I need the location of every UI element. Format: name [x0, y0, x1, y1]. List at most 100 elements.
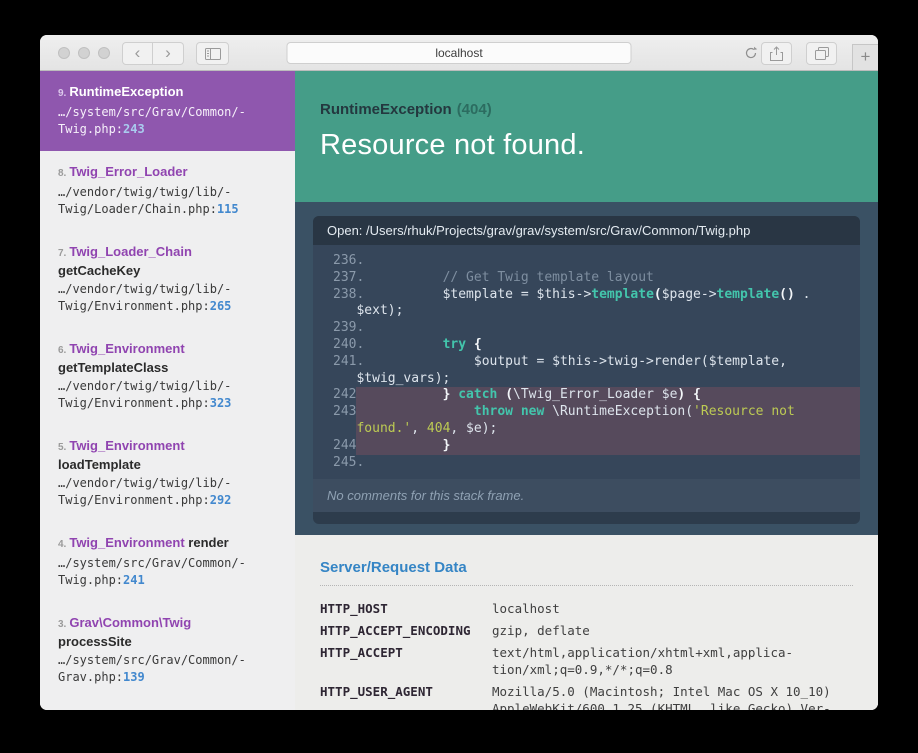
request-data-row: HTTP_ACCEPT text/html,application/xhtml+x…: [320, 644, 853, 678]
request-data-value: text/html,application/xhtml+xml,applica-…: [492, 645, 794, 678]
sidebar-toggle-button[interactable]: [196, 42, 229, 65]
request-data-key: HTTP_USER_AGENT: [320, 684, 433, 700]
code-line-content: [380, 455, 860, 472]
frame-index: 3.: [58, 619, 67, 630]
url-bar[interactable]: localhost: [286, 42, 632, 64]
frame-header: 3. Grav\Common\Twig processSite: [58, 614, 277, 650]
stack-frame[interactable]: 2.Grav\Common\GravGrav\Common\{closure}: [40, 699, 295, 710]
frame-header: 9. RuntimeException: [58, 83, 277, 102]
stack-frame[interactable]: 7. Twig_Loader_Chain getCacheKey …/vendor/t…: [40, 231, 295, 328]
sidebar-icon: [204, 47, 221, 60]
exception-code: (404): [456, 101, 492, 118]
code-token: try: [442, 336, 467, 352]
code-line: $ext);: [333, 303, 860, 320]
back-chevron-icon: ‹: [134, 43, 141, 62]
frame-class: RuntimeException: [69, 84, 184, 99]
forward-button[interactable]: ›: [153, 42, 184, 65]
code-line: 245.: [333, 455, 860, 472]
frame-index: 9.: [58, 88, 67, 99]
server-request-heading: Server/Request Data: [320, 559, 853, 587]
share-button[interactable]: [761, 42, 792, 65]
code-panel: Open: /Users/rhuk/Projects/grav/grav/sys…: [313, 216, 860, 525]
frame-header: 8. Twig_Error_Loader: [58, 163, 277, 182]
browser-window: ‹ › localhost + 9. RuntimeException …/sy…: [40, 35, 878, 710]
forward-chevron-icon: ›: [165, 43, 171, 62]
whoops-error-page: 9. RuntimeException …/system/src/Grav/Comm…: [40, 71, 878, 710]
code-token: $page->: [661, 286, 717, 302]
frame-class: Twig_Environment: [69, 341, 185, 356]
frame-function: processSite: [58, 634, 132, 649]
code-line-number: 239.: [333, 320, 365, 336]
stack-frame[interactable]: 6. Twig_Environment getTemplateClass …/vend…: [40, 328, 295, 425]
frame-line-number: 323: [209, 396, 232, 410]
code-line-number: 240.: [333, 336, 365, 352]
code-token: template: [591, 286, 654, 302]
code-token: {: [466, 336, 482, 352]
zoom-button[interactable]: [98, 47, 110, 59]
frame-path: …/vendor/twig/twig/lib/- Twig/Environmen…: [58, 378, 277, 412]
frame-path-text: …/vendor/twig/twig/lib/- Twig/Environmen…: [58, 379, 232, 410]
plus-icon: +: [860, 47, 871, 66]
stack-frame[interactable]: 4. Twig_Environment render …/system/src/Gr…: [40, 522, 295, 602]
stack-frame[interactable]: 8. Twig_Error_Loader …/vendor/twig/twig/li…: [40, 151, 295, 231]
code-line-number: 237.: [333, 269, 365, 285]
code-line: 243. throw new \RuntimeException('Resour…: [333, 404, 860, 421]
stack-frame[interactable]: 3. Grav\Common\Twig processSite …/system/sr…: [40, 602, 295, 699]
frame-path-text: …/system/src/Grav/Common/- Twig.php:: [58, 556, 246, 587]
frame-line-number: 241: [123, 573, 145, 587]
code-token: 404: [426, 420, 451, 436]
stack-frame[interactable]: 5. Twig_Environment loadTemplate …/vendor/t…: [40, 425, 295, 522]
code-token: \Twig_Error_Loader $e: [513, 387, 678, 403]
code-line: 244. }: [333, 437, 860, 455]
window-controls: [58, 47, 110, 59]
stack-frame[interactable]: 9. RuntimeException …/system/src/Grav/Comm…: [40, 71, 295, 151]
code-line-number: [333, 421, 356, 438]
code-token: }: [442, 437, 451, 453]
code-line: 236.: [333, 253, 860, 270]
frame-function: render: [184, 535, 229, 550]
reload-icon[interactable]: [744, 46, 758, 60]
exception-class: RuntimeException: [320, 101, 452, 118]
server-request-table: HTTP_HOST localhost HTTP_ACCEPT_ENCODING gz…: [320, 600, 853, 710]
frame-path-text: …/vendor/twig/twig/lib/- Twig/Environmen…: [58, 282, 232, 313]
frame-function: getTemplateClass: [58, 360, 169, 375]
frame-header: 4. Twig_Environment render: [58, 534, 277, 553]
back-button[interactable]: ‹: [122, 42, 153, 65]
frame-header: 6. Twig_Environment getTemplateClass: [58, 340, 277, 376]
frame-path: …/vendor/twig/twig/lib/- Twig/Environmen…: [58, 475, 277, 509]
frame-index: 4.: [58, 539, 67, 550]
exception-message: Resource not found.: [320, 129, 585, 161]
code-line-number: [333, 371, 356, 388]
code-token: found.': [356, 420, 412, 436]
code-line-number: [333, 303, 356, 320]
code-line-number: 238.: [333, 286, 365, 302]
frame-line-number: 139: [123, 670, 145, 684]
minimize-button[interactable]: [78, 47, 90, 59]
new-tab-button[interactable]: +: [852, 44, 878, 70]
frame-path: …/vendor/twig/twig/lib/- Twig/Environmen…: [58, 281, 277, 315]
frame-index: 5.: [58, 442, 67, 453]
code-line-content: $template = $this->template($page->templ…: [380, 287, 860, 304]
code-line-content: $twig_vars);: [356, 371, 860, 388]
code-token: $output = $this->twig->render(: [379, 353, 709, 369]
code-line-content: } catch (\Twig_Error_Loader $e) {: [356, 387, 860, 405]
open-file-link[interactable]: Open: /Users/rhuk/Projects/grav/grav/sys…: [313, 216, 860, 245]
frame-path-text: …/vendor/twig/twig/lib/- Twig/Loader/Cha…: [58, 185, 232, 216]
frame-function: loadTemplate: [58, 457, 141, 472]
nav-buttons: ‹ ›: [122, 42, 184, 65]
show-all-tabs-button[interactable]: [806, 42, 837, 65]
url-text: localhost: [435, 46, 483, 60]
code-token: , $e);: [450, 420, 498, 436]
exception-title: RuntimeException (404): [320, 101, 858, 118]
code-line: 240. try {: [333, 337, 860, 354]
frame-path: …/system/src/Grav/Common/- Twig.php:241: [58, 555, 277, 589]
close-button[interactable]: [58, 47, 70, 59]
frame-path-text: …/system/src/Grav/Common/- Twig.php:: [58, 105, 246, 136]
code-line-number: 241.: [333, 353, 365, 369]
code-line-content: try {: [380, 337, 860, 354]
